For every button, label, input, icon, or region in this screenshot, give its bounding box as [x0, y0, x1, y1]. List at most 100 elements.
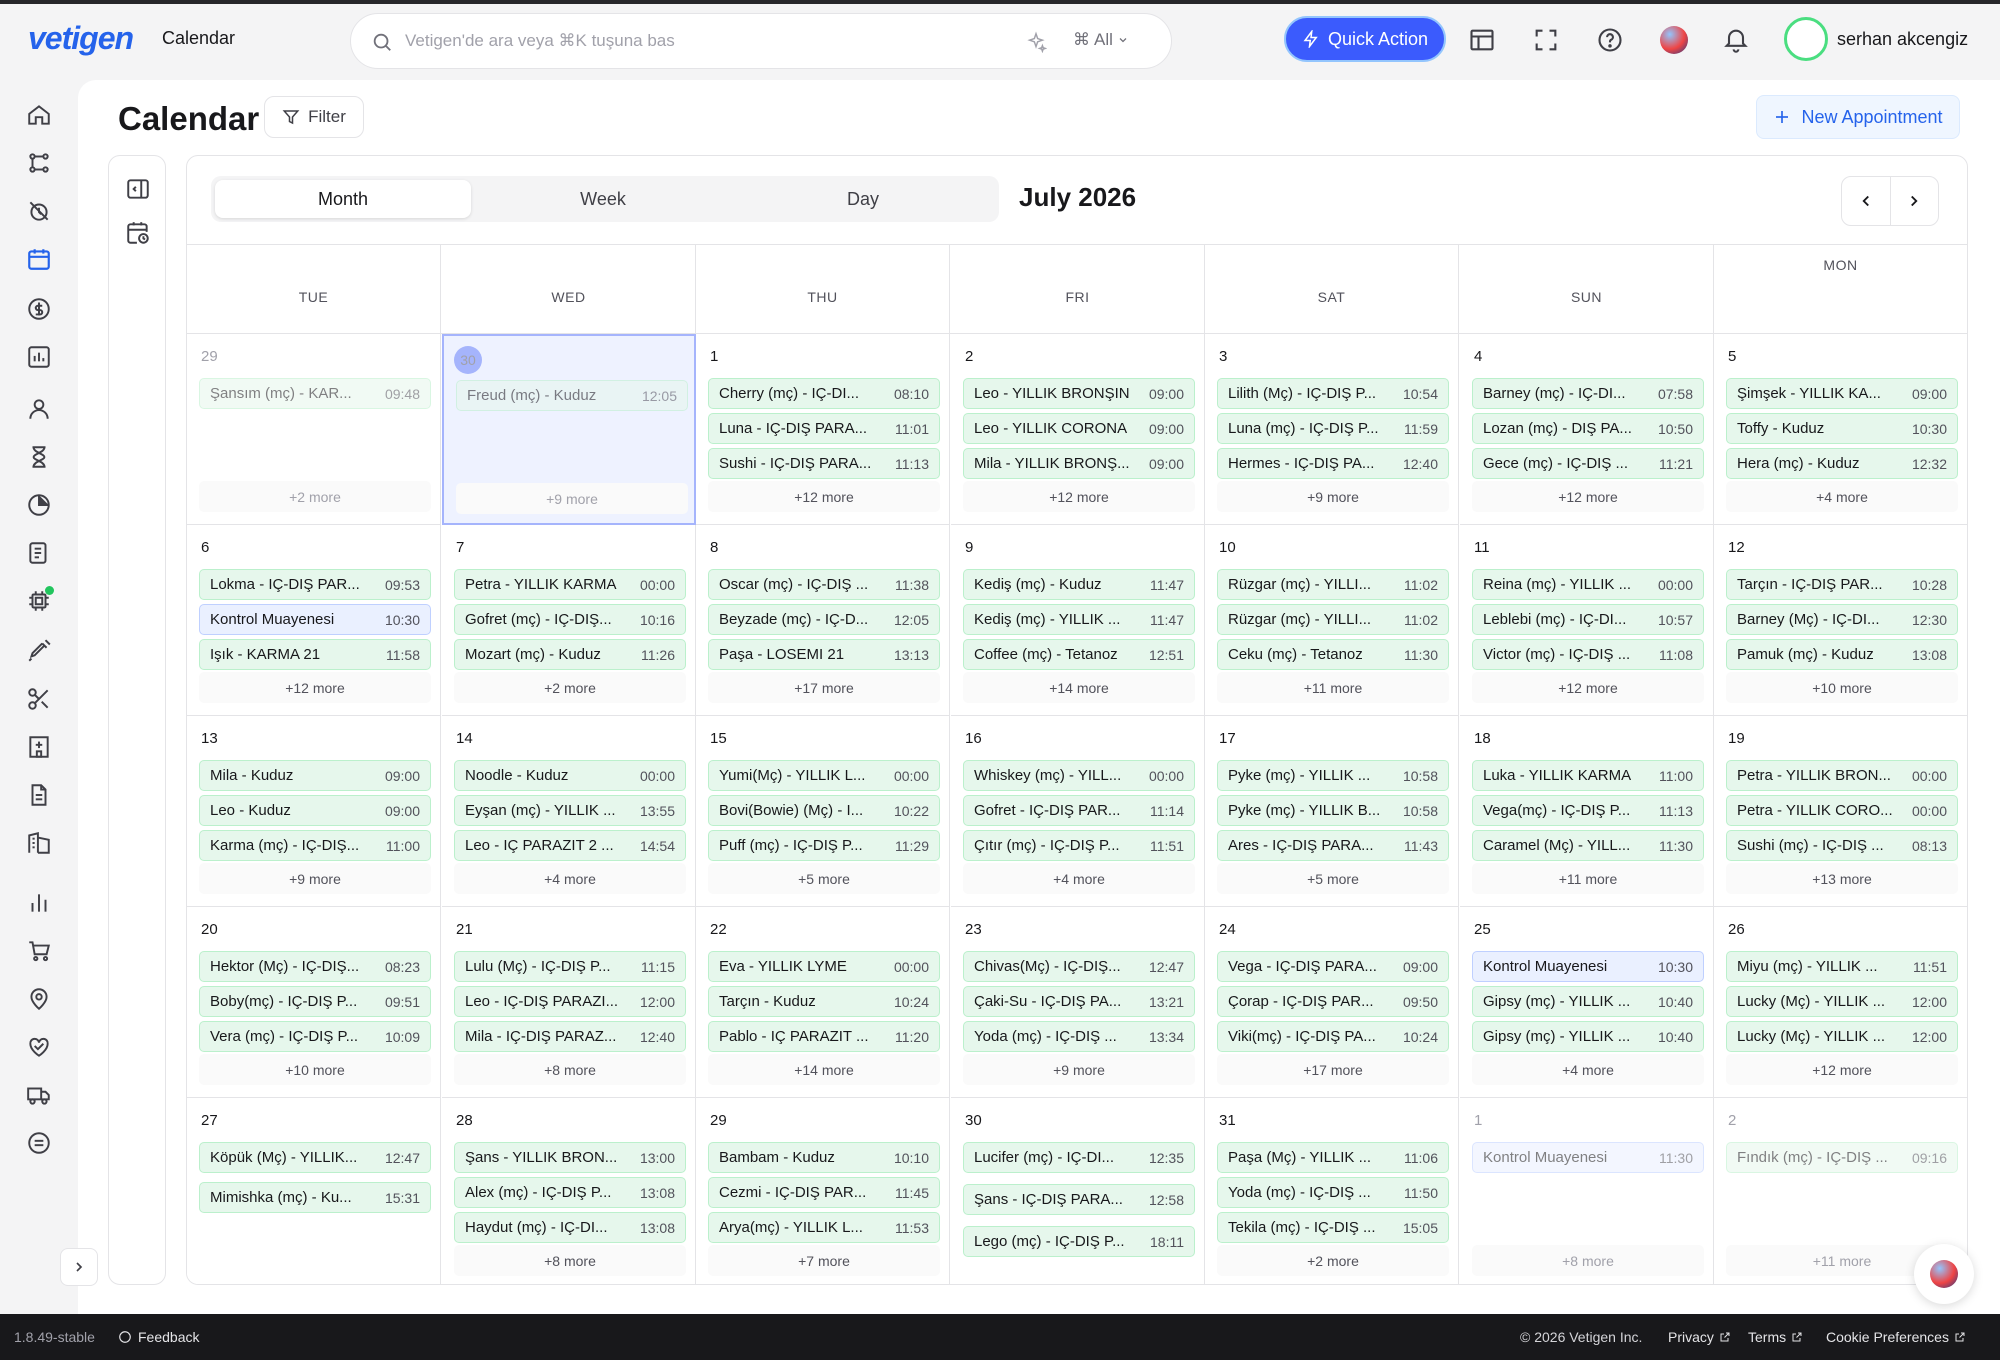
more-events-button[interactable]: +10 more [1726, 672, 1958, 703]
more-events-button[interactable]: +17 more [708, 672, 940, 703]
day-cell[interactable]: 20 Hektor (Mç) - IÇ-DIŞ... 08:23 Boby(mç) -… [187, 907, 441, 1098]
appointment-event[interactable]: Gofret (mç) - IÇ-DIŞ... 10:16 [454, 604, 686, 635]
appointment-event[interactable]: Lokma - IÇ-DIŞ PAR... 09:53 [199, 569, 431, 600]
search-scope-select[interactable]: ⌘ All [1073, 30, 1129, 50]
day-cell[interactable]: 21 Lulu (Mç) - IÇ-DIŞ P... 11:15 Leo - IÇ-D… [442, 907, 696, 1098]
day-cell[interactable]: 4 Barney (mç) - IÇ-DI... 07:58 Lozan (mç) -… [1460, 334, 1714, 525]
appointment-event[interactable]: Gofret - IÇ-DIŞ PAR... 11:14 [963, 795, 1195, 826]
appointment-event[interactable]: Hektor (Mç) - IÇ-DIŞ... 08:23 [199, 951, 431, 982]
appointment-event[interactable]: Leblebi (mç) - IÇ-DI... 10:57 [1472, 604, 1704, 635]
calendar-clock-icon[interactable] [125, 220, 151, 246]
user-name[interactable]: serhan akcengiz [1837, 29, 1968, 50]
workflow-icon[interactable] [26, 150, 52, 176]
day-cell[interactable]: 7 Petra - YILLIK KARMA 00:00 Gofret (mç) - … [442, 525, 696, 716]
appointment-event[interactable]: Şansım (mç) - KAR... 09:48 [199, 378, 431, 409]
more-events-button[interactable]: +11 more [1217, 672, 1449, 703]
more-events-button[interactable]: +5 more [708, 863, 940, 894]
day-cell[interactable]: 3 Lilith (Mç) - IÇ-DIŞ P... 10:54 Luna (mç)… [1205, 334, 1459, 525]
appointment-event[interactable]: Mila - IÇ-DIŞ PARAZ... 12:40 [454, 1021, 686, 1052]
pie-chart-icon[interactable] [26, 492, 52, 518]
more-events-button[interactable]: +11 more [1472, 863, 1704, 894]
appointment-event[interactable]: Çıtır (mç) - IÇ-DIŞ P... 11:51 [963, 830, 1195, 861]
appointment-event[interactable]: Leo - YILLIK BRONŞIN 09:00 [963, 378, 1195, 409]
appointment-event[interactable]: Chivas(Mç) - IÇ-DIŞ... 12:47 [963, 951, 1195, 982]
day-cell[interactable]: 2 Leo - YILLIK BRONŞIN 09:00 Leo - YILLIK C… [951, 334, 1205, 525]
more-events-button[interactable]: +2 more [454, 672, 686, 703]
more-events-button[interactable]: +4 more [963, 863, 1195, 894]
appointment-event[interactable]: Miyu (mç) - YILLIK ... 11:51 [1726, 951, 1958, 982]
new-appointment-button[interactable]: New Appointment [1756, 95, 1960, 139]
appointment-event[interactable]: Rüzgar (mç) - YILLI... 11:02 [1217, 569, 1449, 600]
appointment-event[interactable]: Rüzgar (mç) - YILLI... 11:02 [1217, 604, 1449, 635]
appointment-event[interactable]: Victor (mç) - IÇ-DIŞ ... 11:08 [1472, 639, 1704, 670]
day-cell[interactable]: 15 Yumi(Mç) - YILLIK L... 00:00 Bovi(Bowie)… [696, 716, 950, 907]
more-events-button[interactable]: +10 more [199, 1054, 431, 1085]
filter-button[interactable]: Filter [264, 96, 364, 138]
appointment-event[interactable]: Reina (mç) - YILLIK ... 00:00 [1472, 569, 1704, 600]
more-events-button[interactable]: +12 more [963, 481, 1195, 512]
appointment-event[interactable]: Yumi(Mç) - YILLIK L... 00:00 [708, 760, 940, 791]
appointment-event[interactable]: Mimishka (mç) - Ku... 15:31 [199, 1182, 431, 1213]
appointment-event[interactable]: Yoda (mç) - IÇ-DIŞ ... 11:50 [1217, 1177, 1449, 1208]
appointment-event[interactable]: Eva - YILLIK LYME 00:00 [708, 951, 940, 982]
day-cell[interactable]: 17 Pyke (mç) - YILLIK ... 10:58 Pyke (mç) -… [1205, 716, 1459, 907]
appointment-event[interactable]: Luna - IÇ-DIŞ PARA... 11:01 [708, 413, 940, 444]
appointment-event[interactable]: Kediş (mç) - Kuduz 11:47 [963, 569, 1195, 600]
vetigen-logo[interactable]: vetigen [28, 20, 134, 57]
search-input[interactable] [405, 26, 965, 56]
appointment-event[interactable]: Kediş (mç) - YILLIK ... 11:47 [963, 604, 1195, 635]
terms-link[interactable]: Terms [1748, 1329, 1803, 1345]
day-cell[interactable]: 22 Eva - YILLIK LYME 00:00 Tarçın - Kuduz 10… [696, 907, 950, 1098]
more-events-button[interactable]: +9 more [456, 483, 688, 514]
appointment-event[interactable]: Petra - YILLIK CORO... 00:00 [1726, 795, 1958, 826]
currency-icon[interactable] [26, 296, 52, 322]
day-cell[interactable]: 31 Paşa (Mç) - YILLIK ... 11:06 Yoda (mç) -… [1205, 1098, 1459, 1284]
more-events-button[interactable]: +8 more [454, 1245, 686, 1276]
more-events-button[interactable]: +13 more [1726, 863, 1958, 894]
day-cell[interactable]: 24 Vega - IÇ-DIŞ PARA... 09:00 Çorap - IÇ-D… [1205, 907, 1459, 1098]
syringe-icon[interactable] [26, 638, 52, 664]
appointment-event[interactable]: Vera (mç) - IÇ-DIŞ P... 10:09 [199, 1021, 431, 1052]
home-icon[interactable] [26, 102, 52, 128]
view-tab-month[interactable]: Month [215, 180, 471, 218]
location-icon[interactable] [26, 986, 52, 1012]
appointment-event[interactable]: Eyşan (mç) - YILLIK ... 13:55 [454, 795, 686, 826]
day-cell[interactable]: 30 Lucifer (mç) - IÇ-DI... 12:35 Şans - IÇ-… [951, 1098, 1205, 1284]
appointment-event[interactable]: Puff (mç) - IÇ-DIŞ P... 11:29 [708, 830, 940, 861]
truck-icon[interactable] [26, 1082, 52, 1108]
appointment-event[interactable]: Luna (mç) - IÇ-DIŞ P... 11:59 [1217, 413, 1449, 444]
appointment-event[interactable]: Vega - IÇ-DIŞ PARA... 09:00 [1217, 951, 1449, 982]
day-cell[interactable]: 29 Şansım (mç) - KAR... 09:48 +2 more [187, 334, 441, 525]
appointment-event[interactable]: Coffee (mç) - Tetanoz 12:51 [963, 639, 1195, 670]
day-cell[interactable]: 11 Reina (mç) - YILLIK ... 00:00 Leblebi (m… [1460, 525, 1714, 716]
more-events-button[interactable]: +8 more [454, 1054, 686, 1085]
appointment-event[interactable]: Cherry (mç) - IÇ-DI... 08:10 [708, 378, 940, 409]
next-month-button[interactable] [1889, 177, 1938, 225]
day-cell[interactable]: 18 Luka - YILLIK KARMA 11:00 Vega(mç) - IÇ-… [1460, 716, 1714, 907]
appointment-event[interactable]: Paşa - LOSEMI 21 13:13 [708, 639, 940, 670]
bar-chart-icon[interactable] [26, 890, 52, 916]
day-cell[interactable]: 5 Şimşek - YILLIK KA... 09:00 Toffy - Kuduz… [1714, 334, 1967, 525]
day-cell[interactable]: 28 Şans - YILLIK BRON... 13:00 Alex (mç) - … [442, 1098, 696, 1284]
appointment-event[interactable]: Yoda (mç) - IÇ-DIŞ ... 13:34 [963, 1021, 1195, 1052]
appointment-event[interactable]: Ceku (mç) - Tetanoz 11:30 [1217, 639, 1449, 670]
more-events-button[interactable]: +8 more [1472, 1245, 1704, 1276]
day-cell[interactable]: 16 Whiskey (mç) - YILL... 00:00 Gofret - IÇ… [951, 716, 1205, 907]
appointment-event[interactable]: Çorap - IÇ-DIŞ PAR... 09:50 [1217, 986, 1449, 1017]
day-cell[interactable]: 9 Kediş (mç) - Kuduz 11:47 Kediş (mç) - YIL… [951, 525, 1205, 716]
appointment-event[interactable]: Vega(mç) - IÇ-DIŞ P... 11:13 [1472, 795, 1704, 826]
appointment-event[interactable]: Whiskey (mç) - YILL... 00:00 [963, 760, 1195, 791]
alarm-off-icon[interactable] [26, 198, 52, 224]
appointment-event[interactable]: Mila - YILLIK BRONŞ... 09:00 [963, 448, 1195, 479]
appointment-event[interactable]: Tarçın - IÇ-DIŞ PAR... 10:28 [1726, 569, 1958, 600]
appointment-event[interactable]: Barney (mç) - IÇ-DI... 07:58 [1472, 378, 1704, 409]
more-events-button[interactable]: +17 more [1217, 1054, 1449, 1085]
day-cell[interactable]: 14 Noodle - Kuduz 00:00 Eyşan (mç) - YILLIK… [442, 716, 696, 907]
day-cell[interactable]: 8 Oscar (mç) - IÇ-DIŞ ... 11:38 Beyzade (mç… [696, 525, 950, 716]
more-events-button[interactable]: +12 more [1726, 1054, 1958, 1085]
appointment-event[interactable]: Paşa (Mç) - YILLIK ... 11:06 [1217, 1142, 1449, 1173]
appointment-event[interactable]: Petra - YILLIK KARMA 00:00 [454, 569, 686, 600]
more-events-button[interactable]: +2 more [1217, 1245, 1449, 1276]
appointment-event[interactable]: Petra - YILLIK BRON... 00:00 [1726, 760, 1958, 791]
appointment-event[interactable]: Pablo - IÇ PARAZIT ... 11:20 [708, 1021, 940, 1052]
